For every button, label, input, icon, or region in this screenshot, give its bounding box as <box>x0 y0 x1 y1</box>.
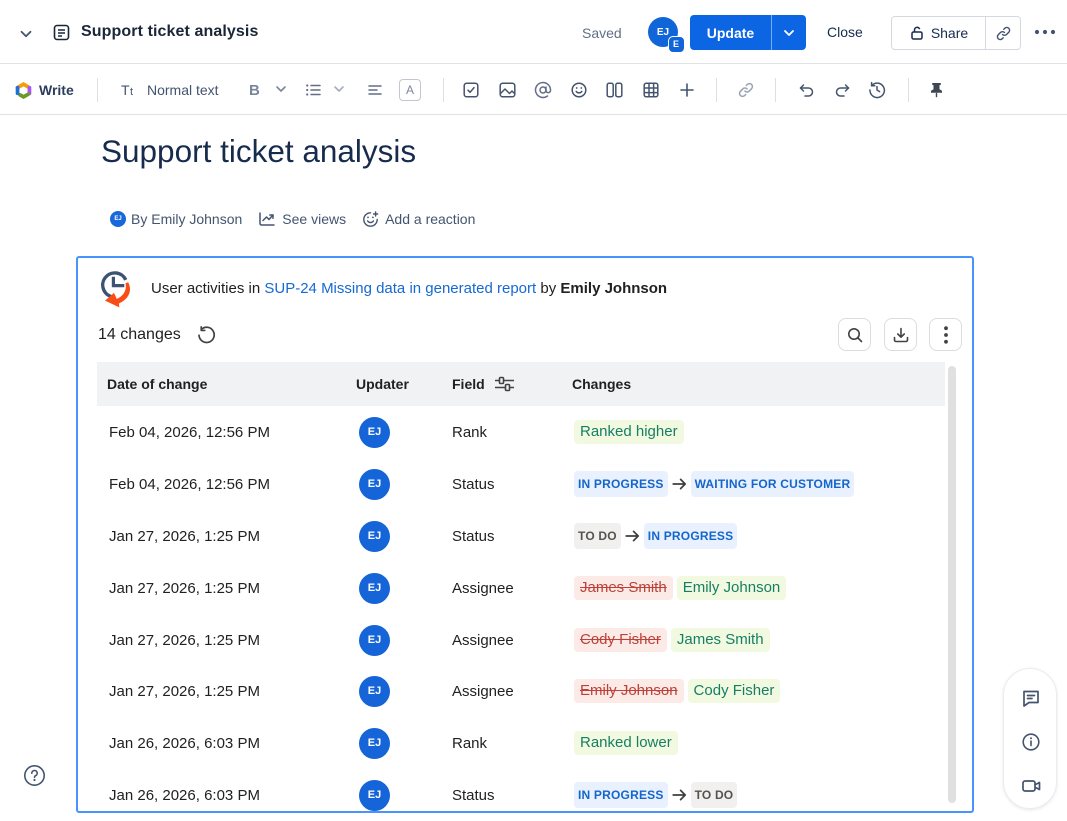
svg-text:t: t <box>130 86 133 98</box>
svg-text:T: T <box>121 82 130 98</box>
